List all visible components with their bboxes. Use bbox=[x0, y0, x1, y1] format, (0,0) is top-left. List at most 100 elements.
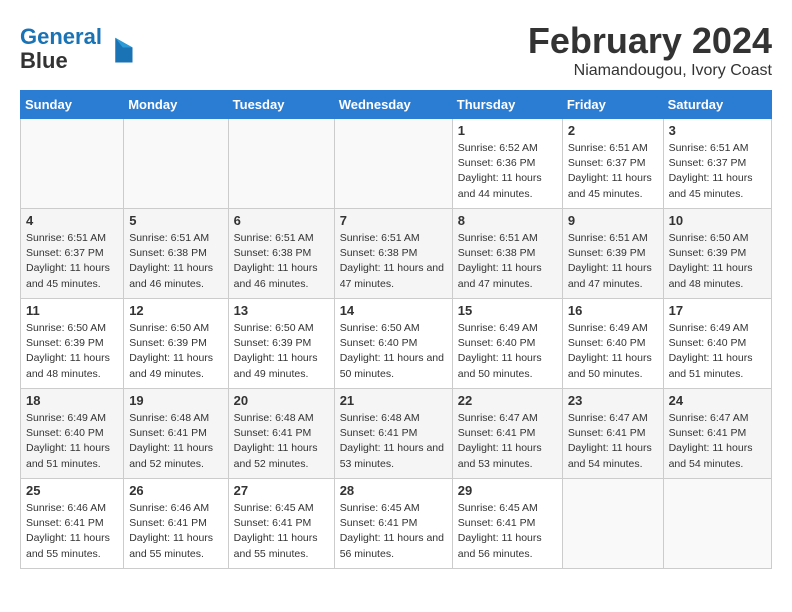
day-detail: Sunrise: 6:48 AMSunset: 6:41 PMDaylight:… bbox=[129, 411, 222, 472]
calendar-cell bbox=[228, 119, 334, 209]
calendar-cell: 18 Sunrise: 6:49 AMSunset: 6:40 PMDayligh… bbox=[21, 389, 124, 479]
day-detail: Sunrise: 6:50 AMSunset: 6:40 PMDaylight:… bbox=[340, 321, 447, 382]
day-number: 22 bbox=[458, 393, 557, 408]
day-number: 16 bbox=[568, 303, 658, 318]
logo-icon bbox=[104, 34, 134, 64]
day-detail: Sunrise: 6:52 AMSunset: 6:36 PMDaylight:… bbox=[458, 141, 557, 202]
day-number: 26 bbox=[129, 483, 222, 498]
calendar-cell: 8 Sunrise: 6:51 AMSunset: 6:38 PMDaylight… bbox=[452, 209, 562, 299]
calendar-cell: 10 Sunrise: 6:50 AMSunset: 6:39 PMDayligh… bbox=[663, 209, 771, 299]
calendar-cell bbox=[334, 119, 452, 209]
day-detail: Sunrise: 6:46 AMSunset: 6:41 PMDaylight:… bbox=[129, 501, 222, 562]
calendar-cell: 12 Sunrise: 6:50 AMSunset: 6:39 PMDayligh… bbox=[124, 299, 228, 389]
day-detail: Sunrise: 6:48 AMSunset: 6:41 PMDaylight:… bbox=[340, 411, 447, 472]
day-number: 9 bbox=[568, 213, 658, 228]
day-number: 12 bbox=[129, 303, 222, 318]
calendar-cell: 29 Sunrise: 6:45 AMSunset: 6:41 PMDayligh… bbox=[452, 479, 562, 569]
weekday-header-sunday: Sunday bbox=[21, 91, 124, 119]
day-detail: Sunrise: 6:50 AMSunset: 6:39 PMDaylight:… bbox=[234, 321, 329, 382]
calendar-cell: 11 Sunrise: 6:50 AMSunset: 6:39 PMDayligh… bbox=[21, 299, 124, 389]
day-detail: Sunrise: 6:45 AMSunset: 6:41 PMDaylight:… bbox=[458, 501, 557, 562]
day-number: 19 bbox=[129, 393, 222, 408]
day-number: 3 bbox=[669, 123, 766, 138]
calendar-cell: 5Sunrise: 6:51 AMSunset: 6:38 PMDaylight… bbox=[124, 209, 228, 299]
logo-text: GeneralBlue bbox=[20, 25, 102, 73]
day-number: 11 bbox=[26, 303, 118, 318]
weekday-header-friday: Friday bbox=[562, 91, 663, 119]
day-detail: Sunrise: 6:51 AMSunset: 6:37 PMDaylight:… bbox=[669, 141, 766, 202]
day-detail: Sunrise: 6:47 AMSunset: 6:41 PMDaylight:… bbox=[568, 411, 658, 472]
day-number: 14 bbox=[340, 303, 447, 318]
day-detail: Sunrise: 6:47 AMSunset: 6:41 PMDaylight:… bbox=[669, 411, 766, 472]
calendar-cell: 14 Sunrise: 6:50 AMSunset: 6:40 PMDayligh… bbox=[334, 299, 452, 389]
day-number: 20 bbox=[234, 393, 329, 408]
day-number: 1 bbox=[458, 123, 557, 138]
day-number: 13 bbox=[234, 303, 329, 318]
calendar-week-row: 25 Sunrise: 6:46 AMSunset: 6:41 PMDayligh… bbox=[21, 479, 772, 569]
day-detail: Sunrise: 6:49 AMSunset: 6:40 PMDaylight:… bbox=[26, 411, 118, 472]
weekday-header-thursday: Thursday bbox=[452, 91, 562, 119]
day-detail: Sunrise: 6:51 AMSunset: 6:38 PMDaylight:… bbox=[458, 231, 557, 292]
day-detail: Sunrise: 6:46 AMSunset: 6:41 PMDaylight:… bbox=[26, 501, 118, 562]
calendar-cell: 9 Sunrise: 6:51 AMSunset: 6:39 PMDaylight… bbox=[562, 209, 663, 299]
day-detail: Sunrise: 6:49 AMSunset: 6:40 PMDaylight:… bbox=[458, 321, 557, 382]
calendar-cell: 21 Sunrise: 6:48 AMSunset: 6:41 PMDayligh… bbox=[334, 389, 452, 479]
day-number: 15 bbox=[458, 303, 557, 318]
day-number: 27 bbox=[234, 483, 329, 498]
calendar-cell: 20 Sunrise: 6:48 AMSunset: 6:41 PMDayligh… bbox=[228, 389, 334, 479]
calendar-cell: 1 Sunrise: 6:52 AMSunset: 6:36 PMDaylight… bbox=[452, 119, 562, 209]
day-detail: Sunrise: 6:51 AMSunset: 6:39 PMDaylight:… bbox=[568, 231, 658, 292]
calendar-cell bbox=[21, 119, 124, 209]
day-detail: Sunrise: 6:51 AMSunset: 6:37 PMDaylight:… bbox=[568, 141, 658, 202]
day-number: 5 bbox=[129, 213, 222, 228]
calendar-cell: 4 Sunrise: 6:51 AMSunset: 6:37 PMDaylight… bbox=[21, 209, 124, 299]
day-number: 21 bbox=[340, 393, 447, 408]
calendar-cell: 2 Sunrise: 6:51 AMSunset: 6:37 PMDaylight… bbox=[562, 119, 663, 209]
day-number: 4 bbox=[26, 213, 118, 228]
calendar-cell: 16 Sunrise: 6:49 AMSunset: 6:40 PMDayligh… bbox=[562, 299, 663, 389]
day-detail: Sunrise: 6:47 AMSunset: 6:41 PMDaylight:… bbox=[458, 411, 557, 472]
calendar-cell: 3 Sunrise: 6:51 AMSunset: 6:37 PMDaylight… bbox=[663, 119, 771, 209]
calendar-week-row: 1 Sunrise: 6:52 AMSunset: 6:36 PMDaylight… bbox=[21, 119, 772, 209]
calendar-table: SundayMondayTuesdayWednesdayThursdayFrid… bbox=[20, 90, 772, 569]
day-number: 25 bbox=[26, 483, 118, 498]
day-detail: Sunrise: 6:50 AMSunset: 6:39 PMDaylight:… bbox=[129, 321, 222, 382]
calendar-cell: 7 Sunrise: 6:51 AMSunset: 6:38 PMDaylight… bbox=[334, 209, 452, 299]
day-number: 10 bbox=[669, 213, 766, 228]
calendar-cell bbox=[562, 479, 663, 569]
calendar-week-row: 11 Sunrise: 6:50 AMSunset: 6:39 PMDayligh… bbox=[21, 299, 772, 389]
day-number: 23 bbox=[568, 393, 658, 408]
header: GeneralBlue February 2024 Niamandougou, … bbox=[20, 20, 772, 80]
day-number: 24 bbox=[669, 393, 766, 408]
calendar-cell: 6Sunrise: 6:51 AMSunset: 6:38 PMDaylight… bbox=[228, 209, 334, 299]
calendar-cell: 26 Sunrise: 6:46 AMSunset: 6:41 PMDayligh… bbox=[124, 479, 228, 569]
day-number: 18 bbox=[26, 393, 118, 408]
calendar-cell: 25 Sunrise: 6:46 AMSunset: 6:41 PMDayligh… bbox=[21, 479, 124, 569]
day-detail: Sunrise: 6:49 AMSunset: 6:40 PMDaylight:… bbox=[669, 321, 766, 382]
day-number: 8 bbox=[458, 213, 557, 228]
calendar-cell bbox=[124, 119, 228, 209]
day-number: 7 bbox=[340, 213, 447, 228]
day-detail: Sunrise: 6:45 AMSunset: 6:41 PMDaylight:… bbox=[234, 501, 329, 562]
day-detail: Sunrise: 6:51 AMSunset: 6:38 PMDaylight:… bbox=[340, 231, 447, 292]
day-detail: Sunrise: 6:45 AMSunset: 6:41 PMDaylight:… bbox=[340, 501, 447, 562]
title-area: February 2024 Niamandougou, Ivory Coast bbox=[528, 20, 772, 80]
day-detail: Sunrise: 6:51 AMSunset: 6:37 PMDaylight:… bbox=[26, 231, 118, 292]
day-number: 17 bbox=[669, 303, 766, 318]
day-detail: Sunrise: 6:50 AMSunset: 6:39 PMDaylight:… bbox=[26, 321, 118, 382]
day-number: 29 bbox=[458, 483, 557, 498]
day-detail: Sunrise: 6:48 AMSunset: 6:41 PMDaylight:… bbox=[234, 411, 329, 472]
month-title: February 2024 bbox=[528, 20, 772, 62]
calendar-week-row: 4 Sunrise: 6:51 AMSunset: 6:37 PMDaylight… bbox=[21, 209, 772, 299]
logo: GeneralBlue bbox=[20, 25, 134, 73]
calendar-cell: 19 Sunrise: 6:48 AMSunset: 6:41 PMDayligh… bbox=[124, 389, 228, 479]
weekday-header-wednesday: Wednesday bbox=[334, 91, 452, 119]
calendar-week-row: 18 Sunrise: 6:49 AMSunset: 6:40 PMDayligh… bbox=[21, 389, 772, 479]
calendar-cell: 27 Sunrise: 6:45 AMSunset: 6:41 PMDayligh… bbox=[228, 479, 334, 569]
calendar-cell: 13 Sunrise: 6:50 AMSunset: 6:39 PMDayligh… bbox=[228, 299, 334, 389]
weekday-header-saturday: Saturday bbox=[663, 91, 771, 119]
day-detail: Sunrise: 6:49 AMSunset: 6:40 PMDaylight:… bbox=[568, 321, 658, 382]
day-detail: Sunrise: 6:50 AMSunset: 6:39 PMDaylight:… bbox=[669, 231, 766, 292]
day-number: 28 bbox=[340, 483, 447, 498]
day-number: 2 bbox=[568, 123, 658, 138]
